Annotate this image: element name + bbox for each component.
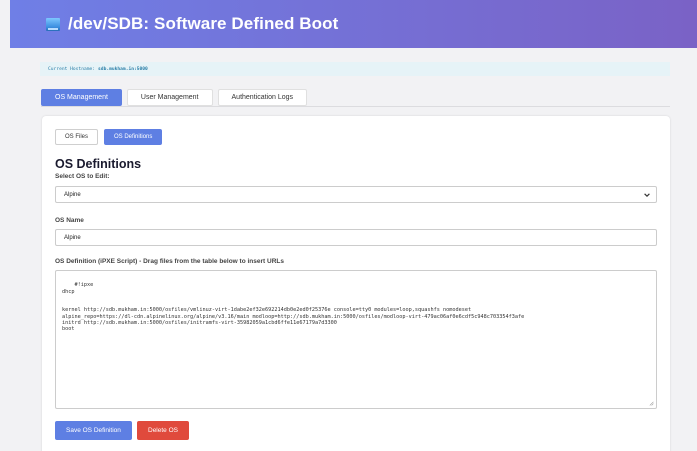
sub-tabs: OS Files OS Definitions (55, 129, 163, 145)
subtab-os-files[interactable]: OS Files (55, 129, 99, 145)
os-definition-label: OS Definition (iPXE Script) - Drag files… (55, 258, 284, 265)
os-select[interactable]: Alpine (55, 186, 657, 203)
resize-handle-icon[interactable] (648, 400, 654, 406)
save-os-definition-button[interactable]: Save OS Definition (55, 421, 132, 440)
computer-icon (46, 17, 60, 31)
hostname-value: sdb.mukham.in:5000 (98, 66, 148, 72)
tabs-divider (41, 106, 670, 107)
hostname-bar: Current Hostname: sdb.mukham.in:5000 (40, 62, 670, 76)
page-title: /dev/SDB: Software Defined Boot (68, 14, 339, 33)
os-name-label: OS Name (55, 217, 84, 224)
delete-os-button[interactable]: Delete OS (137, 421, 189, 440)
os-name-input[interactable]: Alpine (55, 229, 657, 246)
main-tabs: OS Management User Management Authentica… (41, 89, 308, 106)
os-name-value: Alpine (64, 234, 81, 241)
tab-authentication-logs[interactable]: Authentication Logs (217, 89, 308, 106)
chevron-down-icon (644, 193, 650, 198)
subtab-os-definitions[interactable]: OS Definitions (104, 129, 163, 145)
tab-user-management[interactable]: User Management (126, 89, 213, 106)
os-select-value: Alpine (64, 191, 81, 198)
ipxe-script-textarea[interactable]: #!ipxe dhcp kernel http://sdb.mukham.in:… (55, 270, 657, 409)
select-os-label: Select OS to Edit: (55, 173, 110, 180)
section-title: OS Definitions (55, 157, 142, 171)
tab-os-management[interactable]: OS Management (41, 89, 122, 106)
hostname-label: Current Hostname: (48, 66, 96, 72)
os-management-panel: OS Files OS Definitions OS Definitions S… (42, 116, 670, 451)
ipxe-script-content: #!ipxe dhcp kernel http://sdb.mukham.in:… (62, 282, 525, 333)
app-header: /dev/SDB: Software Defined Boot (10, 0, 697, 48)
